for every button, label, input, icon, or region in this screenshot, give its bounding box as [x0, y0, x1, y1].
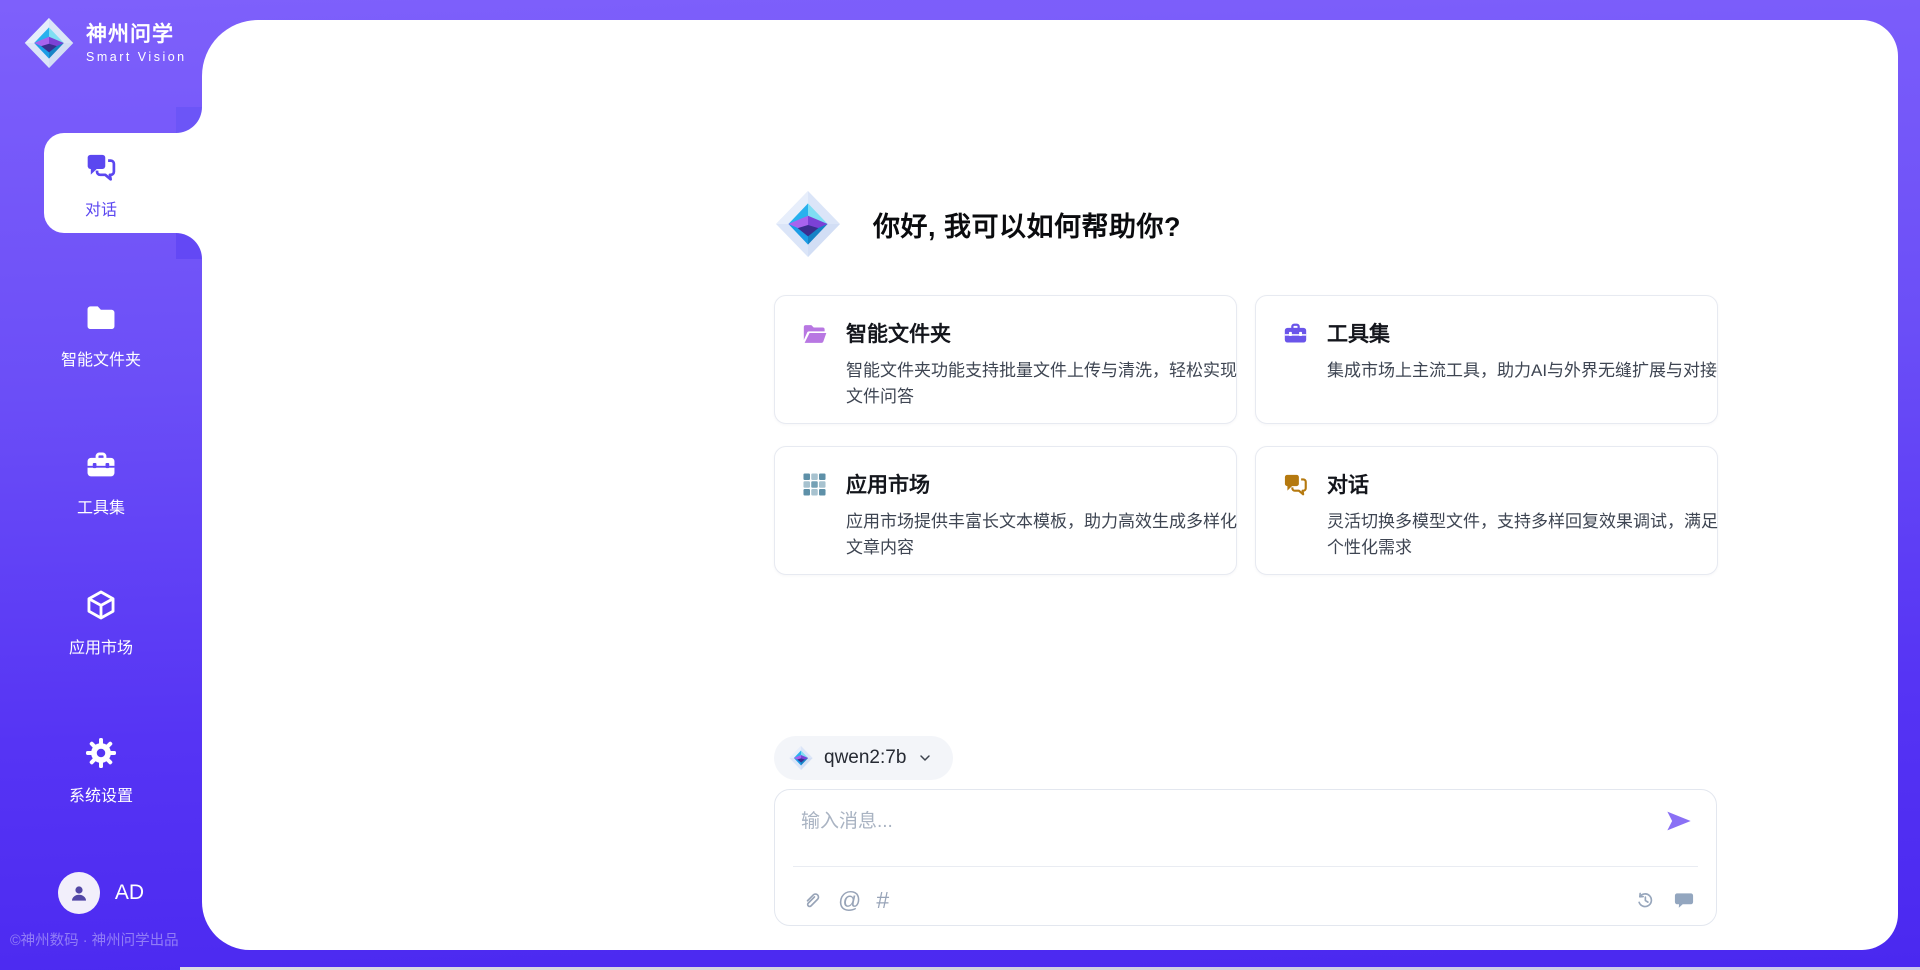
model-name: qwen2:7b	[824, 747, 906, 769]
paperclip-icon[interactable]	[799, 888, 823, 912]
card-title: 智能文件夹	[846, 318, 1244, 348]
folder-open-icon	[801, 320, 828, 347]
sidebar-item-label: 系统设置	[69, 782, 133, 806]
chat-bubbles-icon	[84, 150, 118, 184]
copyright-text: ©神州数码 · 神州问学出品	[10, 929, 210, 950]
composer-tools-left: @ #	[799, 888, 889, 912]
card-title: 工具集	[1327, 318, 1725, 348]
main-content-panel: 你好, 我可以如何帮助你? 智能文件夹 智能文件夹功能支持批量文件上传与清洗，轻…	[202, 20, 1898, 950]
card-title: 对话	[1327, 469, 1725, 499]
model-logo-icon	[789, 745, 813, 771]
tab-fillet-top	[176, 107, 202, 133]
chat-bubbles-icon	[1282, 471, 1309, 498]
card-chat[interactable]: 对话 灵活切换多模型文件，支持多样回复效果调试，满足个性化需求	[1255, 446, 1718, 575]
person-icon	[67, 881, 91, 905]
grid-icon	[801, 471, 828, 498]
history-icon[interactable]	[1633, 888, 1657, 912]
feature-cards: 智能文件夹 智能文件夹功能支持批量文件上传与清洗，轻松实现文件问答 工具集 集成…	[774, 295, 1718, 575]
send-icon[interactable]	[1662, 805, 1694, 837]
card-description: 集成市场上主流工具，助力AI与外界无缝扩展与对接	[1327, 358, 1725, 384]
brand-logo-icon	[24, 16, 74, 70]
hash-icon[interactable]: #	[876, 888, 889, 912]
at-icon[interactable]: @	[838, 888, 861, 912]
card-title: 应用市场	[846, 469, 1244, 499]
card-app-market[interactable]: 应用市场 应用市场提供丰富长文本模板，助力高效生成多样化文章内容	[774, 446, 1237, 575]
brand: 神州问学 Smart Vision	[24, 16, 187, 70]
composer-divider	[793, 866, 1698, 867]
sidebar-item-settings[interactable]: 系统设置	[0, 736, 202, 806]
chat-bubble-icon[interactable]	[1672, 888, 1696, 912]
composer-tools-right	[1633, 888, 1696, 912]
app-window: { "brand": { "name": "神州问学", "subtitle":…	[0, 0, 1920, 970]
sidebar-item-chat[interactable]: 对话	[0, 150, 202, 220]
brand-name: 神州问学	[86, 22, 187, 47]
gear-icon	[84, 736, 118, 770]
sidebar-item-toolset[interactable]: 工具集	[0, 448, 202, 518]
sidebar-item-label: 工具集	[77, 494, 125, 518]
toolbox-icon	[1282, 320, 1309, 347]
sidebar-item-smart-folder[interactable]: 智能文件夹	[0, 300, 202, 370]
card-smart-folder[interactable]: 智能文件夹 智能文件夹功能支持批量文件上传与清洗，轻松实现文件问答	[774, 295, 1237, 424]
chevron-down-icon	[917, 750, 933, 766]
message-input[interactable]	[801, 806, 1621, 838]
app-logo-icon	[775, 188, 841, 260]
tab-fillet-bottom	[176, 233, 202, 259]
card-description: 智能文件夹功能支持批量文件上传与清洗，轻松实现文件问答	[846, 358, 1244, 410]
card-description: 应用市场提供丰富长文本模板，助力高效生成多样化文章内容	[846, 509, 1244, 561]
sidebar-item-label: 对话	[85, 196, 117, 220]
user-initials: AD	[115, 881, 144, 905]
avatar	[58, 872, 100, 914]
cube-icon	[84, 588, 118, 622]
user-account[interactable]: AD	[0, 872, 202, 914]
message-composer: @ #	[774, 789, 1717, 926]
greeting-text: 你好, 我可以如何帮助你?	[873, 205, 1181, 244]
toolbox-icon	[84, 448, 118, 482]
sidebar-item-app-market[interactable]: 应用市场	[0, 588, 202, 658]
model-selector[interactable]: qwen2:7b	[774, 736, 953, 780]
card-description: 灵活切换多模型文件，支持多样回复效果调试，满足个性化需求	[1327, 509, 1725, 561]
greeting: 你好, 我可以如何帮助你?	[775, 188, 1181, 260]
sidebar-item-label: 应用市场	[69, 634, 133, 658]
brand-subtitle: Smart Vision	[86, 50, 187, 64]
sidebar-item-label: 智能文件夹	[61, 346, 141, 370]
card-toolset[interactable]: 工具集 集成市场上主流工具，助力AI与外界无缝扩展与对接	[1255, 295, 1718, 424]
folder-icon	[84, 300, 118, 334]
